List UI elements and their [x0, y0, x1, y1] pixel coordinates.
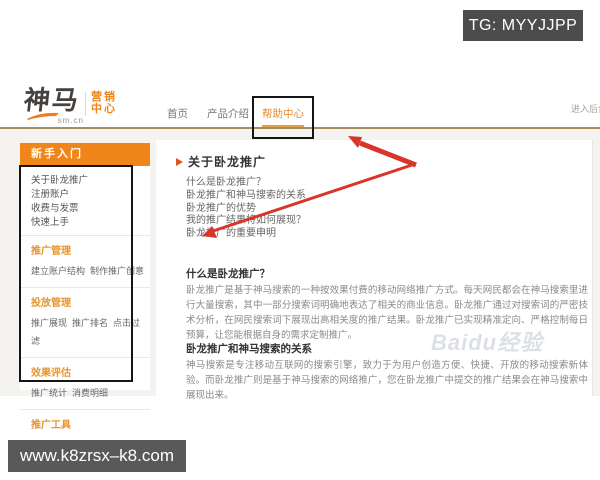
- help-link-what-is-wolong[interactable]: 什么是卧龙推广？: [186, 177, 306, 190]
- section-body-relationship: 神马搜索是专注移动互联网的搜索引擎，致力于为用户创造方便、快捷、开放的移动搜索新…: [186, 360, 588, 401]
- marketing-center-line2: 中心: [91, 103, 117, 115]
- triangle-bullet-icon: [176, 157, 183, 166]
- help-link-important-statement[interactable]: 卧龙推广的重要申明: [186, 228, 306, 241]
- highlight-box-sidebar: [19, 165, 133, 382]
- sidebar-sublink[interactable]: 消费明细: [72, 388, 108, 398]
- sidebar-header-getting-started[interactable]: 新手入门: [20, 143, 150, 166]
- main-content: 关于卧龙推广 什么是卧龙推广？ 卧龙推广和神马搜索的关系 卧龙推广的优势 我的推…: [156, 140, 593, 401]
- shenma-logo[interactable]: 神马 sm.cn: [22, 85, 84, 125]
- nav-item-products[interactable]: 产品介绍: [207, 106, 249, 121]
- sidebar-section-title[interactable]: 推广工具: [31, 416, 150, 431]
- nav-item-home[interactable]: 首页: [167, 106, 188, 121]
- main-title-row: 关于卧龙推广: [176, 153, 266, 170]
- marketing-center-line1: 营销: [91, 91, 117, 103]
- help-link-relationship[interactable]: 卧龙推广和神马搜索的关系: [186, 190, 306, 203]
- page-title: 关于卧龙推广: [188, 155, 267, 169]
- help-link-advantages[interactable]: 卧龙推广的优势: [186, 203, 306, 216]
- logo-separator: [85, 92, 86, 116]
- login-link[interactable]: 进入后台: [571, 102, 600, 115]
- marketing-center-label: 营销 中心: [91, 91, 117, 115]
- page: TG: MYYJJPP 神马 sm.cn 营销 中心 首页 产品介绍 帮助中心 …: [0, 0, 600, 480]
- section-heading-what-is-wolong: 什么是卧龙推广？: [186, 268, 270, 280]
- logo-brand-text: 神马: [22, 85, 82, 115]
- logo-swoosh-icon: [27, 112, 59, 120]
- help-topic-list: 什么是卧龙推广？ 卧龙推广和神马搜索的关系 卧龙推广的优势 我的推广结果将如何展…: [186, 177, 306, 241]
- sidebar-sublink[interactable]: 推广统计: [31, 388, 67, 398]
- help-link-how-results-show[interactable]: 我的推广结果将如何展现？: [186, 215, 306, 228]
- url-watermark-badge: www.k8zrsx–k8.com: [8, 440, 186, 472]
- highlight-box-nav: [252, 96, 314, 139]
- section-heading-relationship: 卧龙推广和神马搜索的关系: [186, 343, 312, 355]
- tg-watermark-badge: TG: MYYJJPP: [463, 10, 583, 41]
- baidu-jingyan-watermark: Baidu经验: [431, 330, 544, 355]
